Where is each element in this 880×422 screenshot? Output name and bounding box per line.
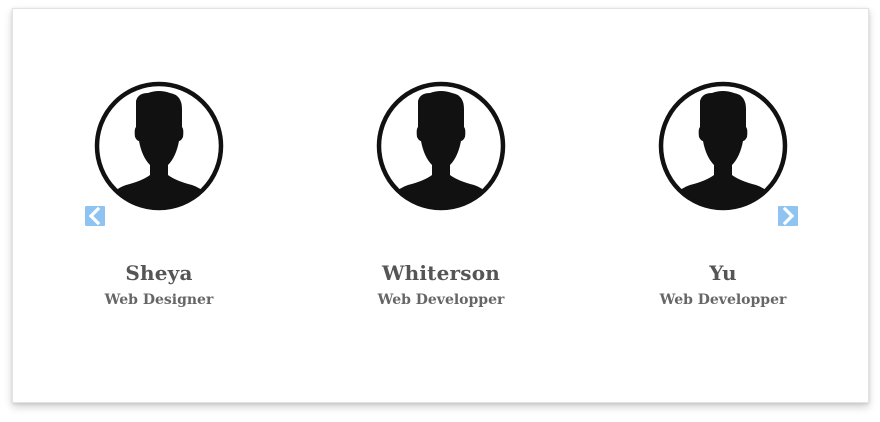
user-silhouette-icon (94, 81, 224, 211)
member-role: Web Developper (377, 292, 505, 308)
member-role: Web Designer (104, 292, 214, 308)
team-member-card: Whiterson Web Developper (341, 79, 541, 309)
member-role: Web Developper (659, 292, 787, 308)
member-name: Yu (709, 261, 737, 285)
member-name: Whiterson (381, 261, 501, 285)
team-member-card: Yu Web Developper (623, 79, 823, 309)
team-carousel-card: Sheya Web Designer Whiterson Web Develop… (12, 8, 869, 403)
user-silhouette-icon (658, 81, 788, 211)
member-name: Sheya (125, 261, 193, 285)
user-silhouette-icon (376, 81, 506, 211)
team-member-card: Sheya Web Designer (59, 79, 259, 309)
